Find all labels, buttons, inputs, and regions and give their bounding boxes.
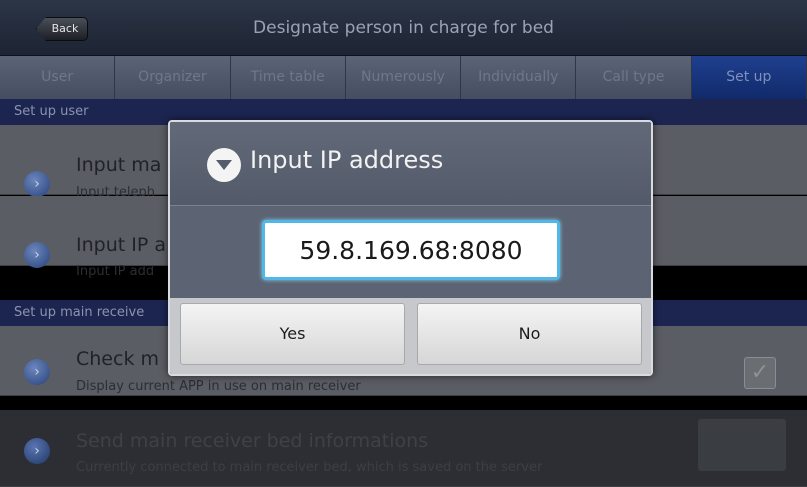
item-title: Send main receiver bed informations — [76, 430, 429, 452]
tab-call-type[interactable]: Call type — [576, 56, 692, 99]
tab-organizer[interactable]: Organizer — [115, 56, 231, 99]
item-title: Input ma — [76, 154, 162, 176]
ip-address-input[interactable] — [262, 220, 560, 280]
item-subtitle: Currently connected to main receiver bed… — [76, 460, 543, 475]
chevron-right-circle-icon: › — [24, 242, 50, 268]
item-title: Check m — [76, 348, 159, 370]
send-button[interactable] — [698, 419, 786, 471]
item-title: Input IP a — [76, 234, 166, 256]
dropdown-arrow-icon — [207, 148, 241, 182]
dialog-body — [170, 206, 651, 298]
chevron-right-circle-icon: › — [24, 171, 50, 197]
dialog-button-bar: Yes No — [170, 298, 651, 374]
dialog-header: Input IP address — [170, 122, 651, 206]
tab-numerously[interactable]: Numerously — [345, 56, 462, 99]
chevron-right-circle-icon: › — [24, 359, 50, 385]
chevron-right-circle-icon: › — [24, 438, 50, 464]
list-item-send-bed-info[interactable]: › Send main receiver bed informations Cu… — [0, 410, 807, 487]
dialog-title: Input IP address — [250, 146, 444, 174]
checkmark-icon: ✓ — [750, 360, 770, 385]
tab-bar: User Organizer Time table Numerously Ind… — [0, 56, 807, 99]
tab-individually[interactable]: Individually — [461, 56, 577, 99]
tab-time-table[interactable]: Time table — [230, 56, 346, 99]
item-subtitle: Display current APP in use on main recei… — [76, 379, 361, 394]
check-main-receiver-checkbox[interactable]: ✓ — [744, 357, 776, 389]
tab-set-up[interactable]: Set up — [691, 56, 807, 99]
item-subtitle: Input IP add — [76, 264, 155, 279]
title-bar: Back Designate person in charge for bed — [0, 0, 807, 56]
tab-user[interactable]: User — [0, 56, 116, 99]
input-ip-dialog: Input IP address Yes No — [168, 120, 653, 376]
page-title: Designate person in charge for bed — [253, 18, 554, 38]
no-button[interactable]: No — [417, 303, 642, 365]
yes-button[interactable]: Yes — [180, 303, 405, 365]
